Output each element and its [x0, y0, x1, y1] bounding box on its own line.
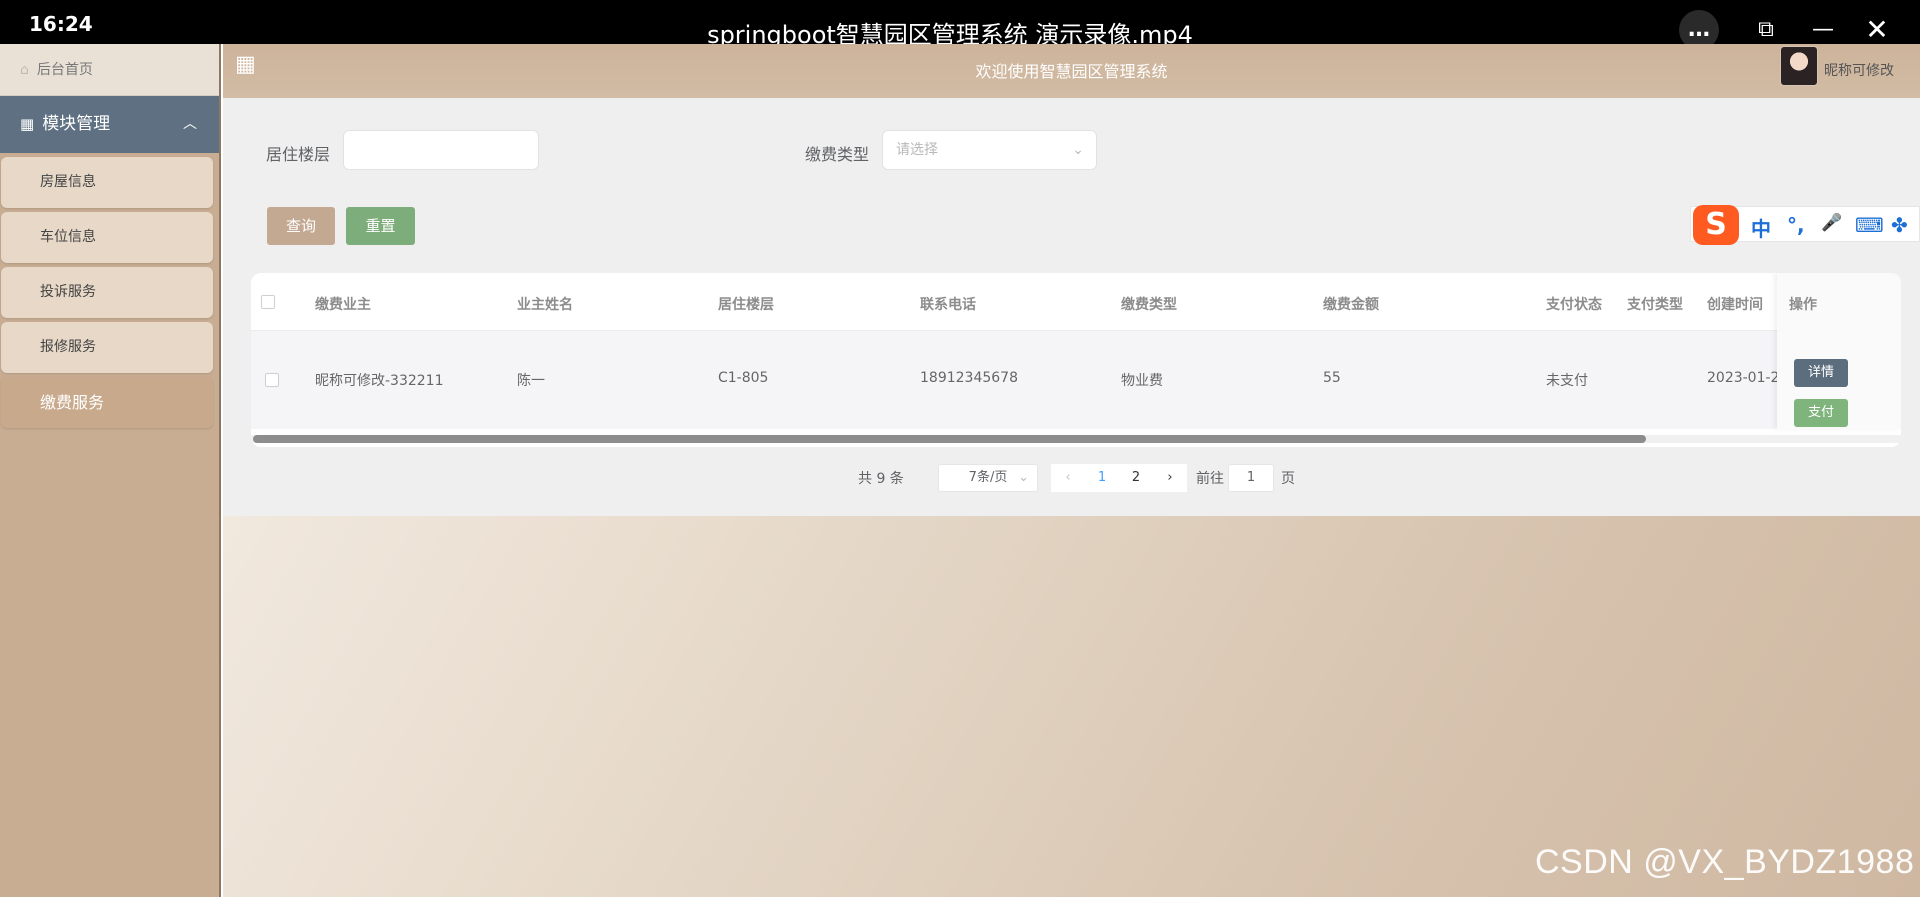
- keyboard-icon[interactable]: ⌨: [1855, 213, 1884, 237]
- cell-phone: 18912345678: [920, 370, 1018, 386]
- col-operations: 操作: [1789, 297, 1817, 313]
- fee-type-select[interactable]: 请选择 ⌄: [882, 130, 1097, 170]
- sidebar-item-home[interactable]: ⌂ 后台首页: [0, 44, 219, 96]
- row-checkbox[interactable]: [265, 373, 279, 387]
- col-pay-type: 支付类型: [1627, 297, 1683, 313]
- goto-page-input[interactable]: 1: [1228, 464, 1274, 492]
- chevron-down-icon: ⌄: [1072, 142, 1084, 158]
- sidebar-item-house[interactable]: 房屋信息: [1, 157, 213, 208]
- sidebar-item-repair[interactable]: 报修服务: [1, 322, 213, 373]
- sidebar-item-payment[interactable]: 缴费服务: [1, 377, 213, 428]
- fee-type-placeholder: 请选择: [896, 142, 938, 158]
- select-all-checkbox[interactable]: [261, 295, 275, 309]
- next-page-icon[interactable]: ›: [1153, 464, 1187, 492]
- microphone-icon[interactable]: 🎤: [1821, 213, 1842, 233]
- col-owner: 缴费业主: [315, 297, 371, 313]
- detail-button[interactable]: 详情: [1794, 359, 1848, 387]
- table-header: 缴费业主 业主姓名 居住楼层 联系电话 缴费类型 缴费金额 支付状态 支付类型 …: [251, 273, 1901, 331]
- col-created-time[interactable]: 创建时间: [1707, 294, 1763, 314]
- sidebar-item-parking[interactable]: 车位信息: [1, 212, 213, 263]
- ime-punct-toggle[interactable]: °,: [1787, 213, 1805, 237]
- col-fee-type: 缴费类型: [1121, 297, 1177, 313]
- ime-mode-toggle[interactable]: 中: [1751, 213, 1771, 242]
- reset-button[interactable]: 重置: [346, 207, 415, 245]
- col-floor: 居住楼层: [718, 297, 774, 313]
- pagination-total: 共 9 条: [858, 471, 904, 487]
- page-size-value: 7条/页: [968, 470, 1008, 485]
- sidebar-item-complaint[interactable]: 投诉服务: [1, 267, 213, 318]
- sidebar-home-label: 后台首页: [36, 62, 93, 78]
- prev-page-icon[interactable]: ‹: [1051, 464, 1085, 492]
- apps-icon[interactable]: ✤: [1891, 213, 1908, 237]
- main-area: ▦ 欢迎使用智慧园区管理系统 昵称可修改 居住楼层 缴费类型 请选择 ⌄ 查询 …: [223, 44, 1920, 897]
- horizontal-scrollbar[interactable]: [251, 435, 1901, 443]
- operations-column: 操作 详情 支付: [1777, 273, 1901, 429]
- col-owner-name: 业主姓名: [517, 297, 573, 313]
- welcome-text: 欢迎使用智慧园区管理系统: [975, 62, 1168, 81]
- sidebar-module-group[interactable]: ▦ 模块管理 ︿: [0, 96, 219, 153]
- top-header: ▦ 欢迎使用智慧园区管理系统 昵称可修改: [223, 44, 1920, 98]
- cell-owner-name: 陈一: [517, 373, 545, 389]
- watermark: CSDN @VX_BYDZ1988: [1535, 843, 1915, 881]
- cell-fee-type: 物业费: [1121, 373, 1163, 389]
- col-pay-status: 支付状态: [1546, 297, 1602, 313]
- pay-button[interactable]: 支付: [1794, 399, 1848, 427]
- sogou-logo-icon[interactable]: S: [1693, 205, 1739, 245]
- goto-label: 前往: [1196, 471, 1224, 487]
- floor-label: 居住楼层: [266, 145, 331, 164]
- floor-input[interactable]: [343, 130, 539, 170]
- payment-table: 缴费业主 业主姓名 居住楼层 联系电话 缴费类型 缴费金额 支付状态 支付类型 …: [251, 273, 1901, 447]
- query-button[interactable]: 查询: [267, 207, 335, 245]
- sidebar: ⌂ 后台首页 ▦ 模块管理 ︿ 房屋信息 车位信息 投诉服务 报修服务 缴费服务: [0, 44, 221, 897]
- page-suffix: 页: [1281, 471, 1295, 487]
- grid-icon: ▦: [20, 115, 35, 133]
- video-player-bar: 16:24 springboot智慧园区管理系统 演示录像.mp4 … ⧉ — …: [0, 0, 1920, 50]
- cell-amount: 55: [1323, 370, 1341, 386]
- user-nickname[interactable]: 昵称可修改: [1824, 60, 1894, 80]
- page-1[interactable]: 1: [1085, 464, 1119, 492]
- cell-floor: C1-805: [718, 370, 769, 386]
- chevron-down-icon: ⌄: [1018, 470, 1029, 485]
- chevron-up-icon: ︿: [183, 116, 197, 132]
- page-size-select[interactable]: 7条/页 ⌄: [938, 464, 1038, 492]
- cell-pay-status: 未支付: [1546, 373, 1588, 389]
- ime-toolbar: S 中 °, 🎤 ⌨ ✤: [1690, 205, 1920, 245]
- home-icon: ⌂: [20, 62, 29, 78]
- content-panel: 居住楼层 缴费类型 请选择 ⌄ 查询 重置 S 中 °, 🎤 ⌨ ✤ 缴费业主: [223, 98, 1920, 516]
- avatar[interactable]: [1780, 46, 1818, 86]
- cell-owner: 昵称可修改-332211: [315, 373, 444, 389]
- sidebar-module-label: 模块管理: [42, 114, 111, 134]
- page-2[interactable]: 2: [1119, 464, 1153, 492]
- fee-type-label: 缴费类型: [805, 145, 870, 164]
- app-window: ⌂ 后台首页 ▦ 模块管理 ︿ 房屋信息 车位信息 投诉服务 报修服务 缴费服务 ▦…: [0, 44, 1920, 897]
- col-phone: 联系电话: [920, 297, 976, 313]
- col-amount: 缴费金额: [1323, 297, 1379, 313]
- scrollbar-thumb[interactable]: [253, 435, 1646, 443]
- table-row: 昵称可修改-332211 陈一 C1-805 18912345678 物业费 5…: [251, 331, 1901, 429]
